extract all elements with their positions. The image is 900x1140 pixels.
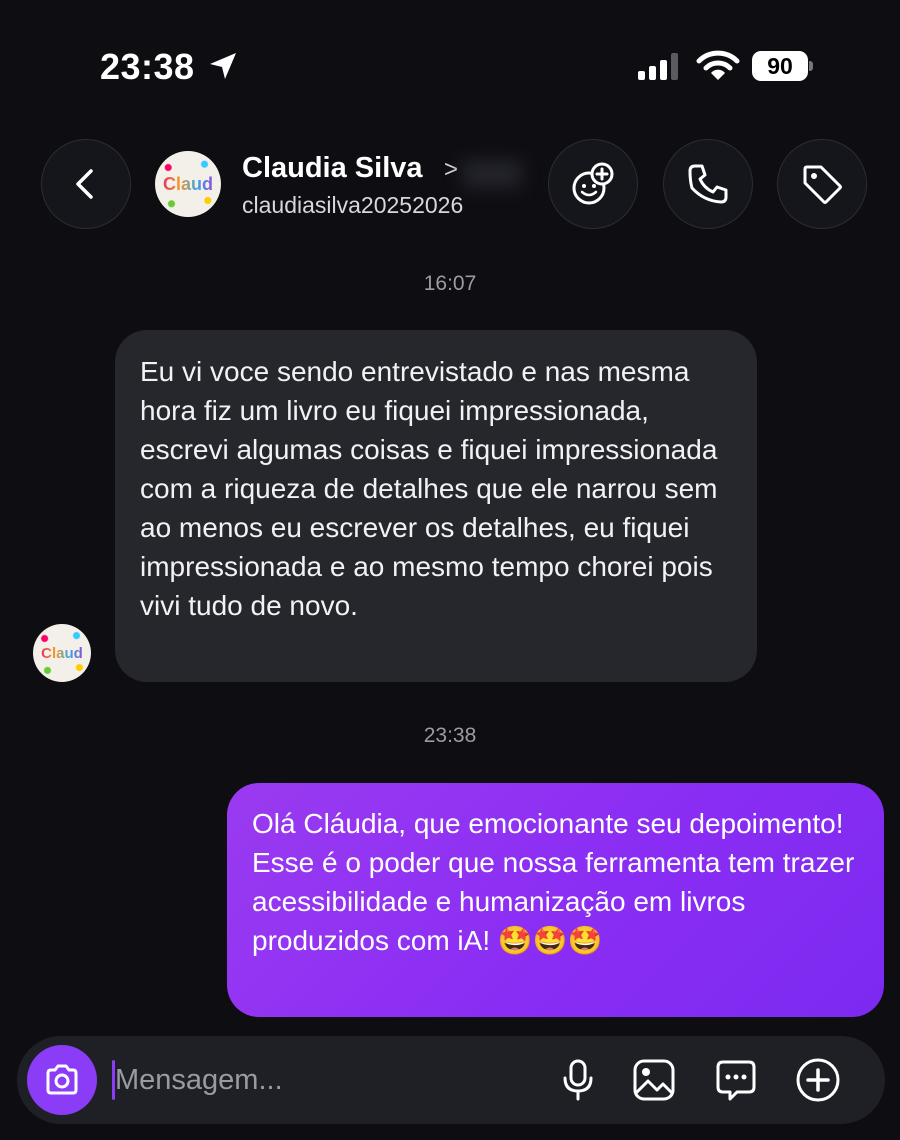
status-bar: 23:38 90 [0, 0, 900, 130]
blurred-area [462, 160, 522, 188]
call-button[interactable] [663, 139, 753, 229]
phone-icon [688, 164, 728, 204]
signal-icon [636, 52, 684, 80]
microphone-icon [563, 1059, 593, 1101]
message-input[interactable] [115, 1052, 535, 1108]
battery-level: 90 [752, 51, 808, 81]
message-timestamp: 23:38 [423, 724, 477, 747]
chevron-left-icon [76, 169, 93, 199]
gallery-button[interactable] [630, 1056, 678, 1104]
contact-avatar[interactable]: Claud [155, 151, 221, 217]
status-time: 23:38 [100, 46, 195, 87]
chat-header: Claud Claudia Silva > claudiasilva202520… [0, 138, 900, 230]
back-button[interactable] [41, 139, 131, 229]
location-arrow-icon [207, 50, 239, 82]
sticker-button[interactable] [712, 1056, 760, 1104]
contact-handle[interactable]: claudiasilva20252026 [242, 192, 463, 219]
avatar-text: Claud [162, 173, 213, 194]
contact-name[interactable]: Claudia Silva [242, 152, 423, 185]
effects-icon [572, 162, 614, 205]
gallery-icon [633, 1059, 675, 1101]
outgoing-message[interactable]: Olá Cláudia, que emocionante seu depoime… [227, 783, 884, 1017]
incoming-message[interactable]: Eu vi voce sendo entrevistado e nas mesm… [115, 330, 757, 682]
camera-icon [46, 1064, 78, 1095]
plus-icon [796, 1058, 840, 1102]
microphone-button[interactable] [554, 1056, 602, 1104]
add-button[interactable] [794, 1056, 842, 1104]
sticker-icon [716, 1060, 756, 1101]
wifi-icon [696, 50, 740, 82]
tag-button[interactable] [777, 139, 867, 229]
chevron-right-icon[interactable]: > [444, 156, 458, 184]
effects-button[interactable] [548, 139, 638, 229]
sender-avatar[interactable]: Claud [33, 624, 91, 682]
camera-button[interactable] [27, 1045, 97, 1115]
tag-icon [803, 165, 842, 204]
avatar-text: Claud [41, 644, 83, 662]
battery-indicator: 90 [752, 51, 813, 81]
battery-tip [809, 61, 813, 71]
message-composer [17, 1036, 885, 1124]
message-timestamp: 16:07 [423, 272, 477, 295]
